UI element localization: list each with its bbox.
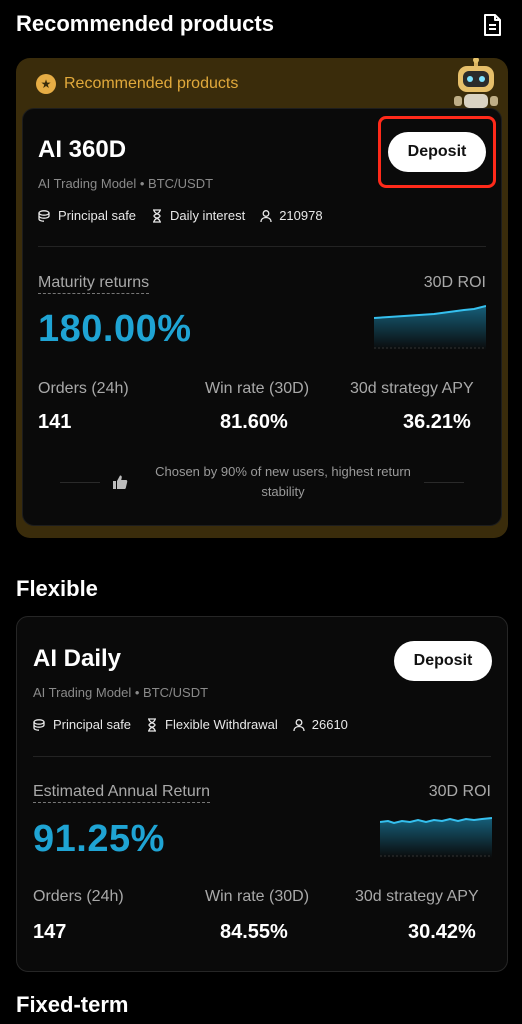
- product-subtitle: AI Trading Model • BTC/USDT: [33, 685, 209, 700]
- hourglass-icon: [148, 717, 157, 732]
- roi-label: 30D ROI: [428, 783, 491, 800]
- tag-principal-safe: Principal safe: [33, 717, 131, 732]
- tag-flexible-withdrawal: Flexible Withdrawal: [145, 717, 278, 732]
- product-subtitle: AI Trading Model • BTC/USDT: [38, 176, 214, 191]
- product-title: AI Daily: [33, 645, 122, 672]
- note-divider-right: [424, 481, 464, 483]
- flexible-section-title: Flexible: [16, 576, 98, 601]
- product-tags: Principal safe Daily interest 210978: [38, 208, 323, 223]
- fixed-term-section-title: Fixed-term: [16, 992, 129, 1017]
- star-icon: ★: [36, 74, 56, 94]
- maturity-returns-value: 180.00%: [38, 308, 192, 350]
- win-rate-label: Win rate (30D): [205, 888, 310, 905]
- hourglass-icon: [153, 208, 162, 223]
- apy-label: 30d strategy APY: [350, 380, 474, 397]
- deposit-button-ai-daily[interactable]: Deposit: [394, 641, 492, 681]
- apy-value: 30.42%: [408, 921, 476, 943]
- card-divider: [38, 246, 486, 247]
- roi-sparkline: [374, 305, 486, 350]
- orders-label: Orders (24h): [33, 888, 124, 905]
- orders-label: Orders (24h): [38, 380, 129, 397]
- user-icon: [260, 209, 272, 222]
- deposit-highlight-box: [378, 116, 496, 188]
- recommendation-note: Chosen by 90% of new users, highest retu…: [60, 462, 464, 502]
- document-icon[interactable]: [480, 12, 504, 38]
- note-text: Chosen by 90% of new users, highest retu…: [155, 464, 411, 499]
- orders-value: 147: [33, 921, 67, 943]
- tag-user-count: 26610: [292, 717, 348, 732]
- coins-icon: [33, 718, 45, 731]
- apy-label: 30d strategy APY: [355, 888, 479, 905]
- win-rate-label: Win rate (30D): [205, 380, 310, 397]
- win-rate-value: 84.55%: [220, 921, 288, 943]
- robot-mascot-icon: [454, 58, 498, 108]
- user-icon: [293, 718, 305, 731]
- win-rate-value: 81.60%: [220, 411, 288, 433]
- card-divider: [33, 756, 491, 757]
- apy-value: 36.21%: [403, 411, 471, 433]
- product-tags: Principal safe Flexible Withdrawal 26610: [33, 717, 348, 732]
- note-divider-left: [60, 481, 100, 483]
- recommended-badge-label: Recommended products: [64, 75, 239, 92]
- tag-principal-safe: Principal safe: [38, 208, 136, 223]
- estimated-annual-return-label: Estimated Annual Return: [33, 783, 210, 803]
- recommended-badge: ★ Recommended products: [36, 72, 238, 96]
- product-title: AI 360D: [38, 136, 127, 163]
- estimated-annual-return-value: 91.25%: [33, 818, 165, 860]
- thumbs-up-icon: [113, 475, 128, 489]
- maturity-returns-label: Maturity returns: [38, 274, 150, 294]
- orders-value: 141: [38, 411, 72, 433]
- tag-user-count: 210978: [259, 208, 323, 223]
- tag-daily-interest: Daily interest: [150, 208, 245, 223]
- coins-icon: [38, 209, 50, 222]
- page: Recommended products ★ Recommended produ…: [0, 0, 522, 1024]
- page-title: Recommended products: [16, 11, 274, 36]
- roi-sparkline: [380, 817, 492, 858]
- roi-label: 30D ROI: [423, 274, 486, 291]
